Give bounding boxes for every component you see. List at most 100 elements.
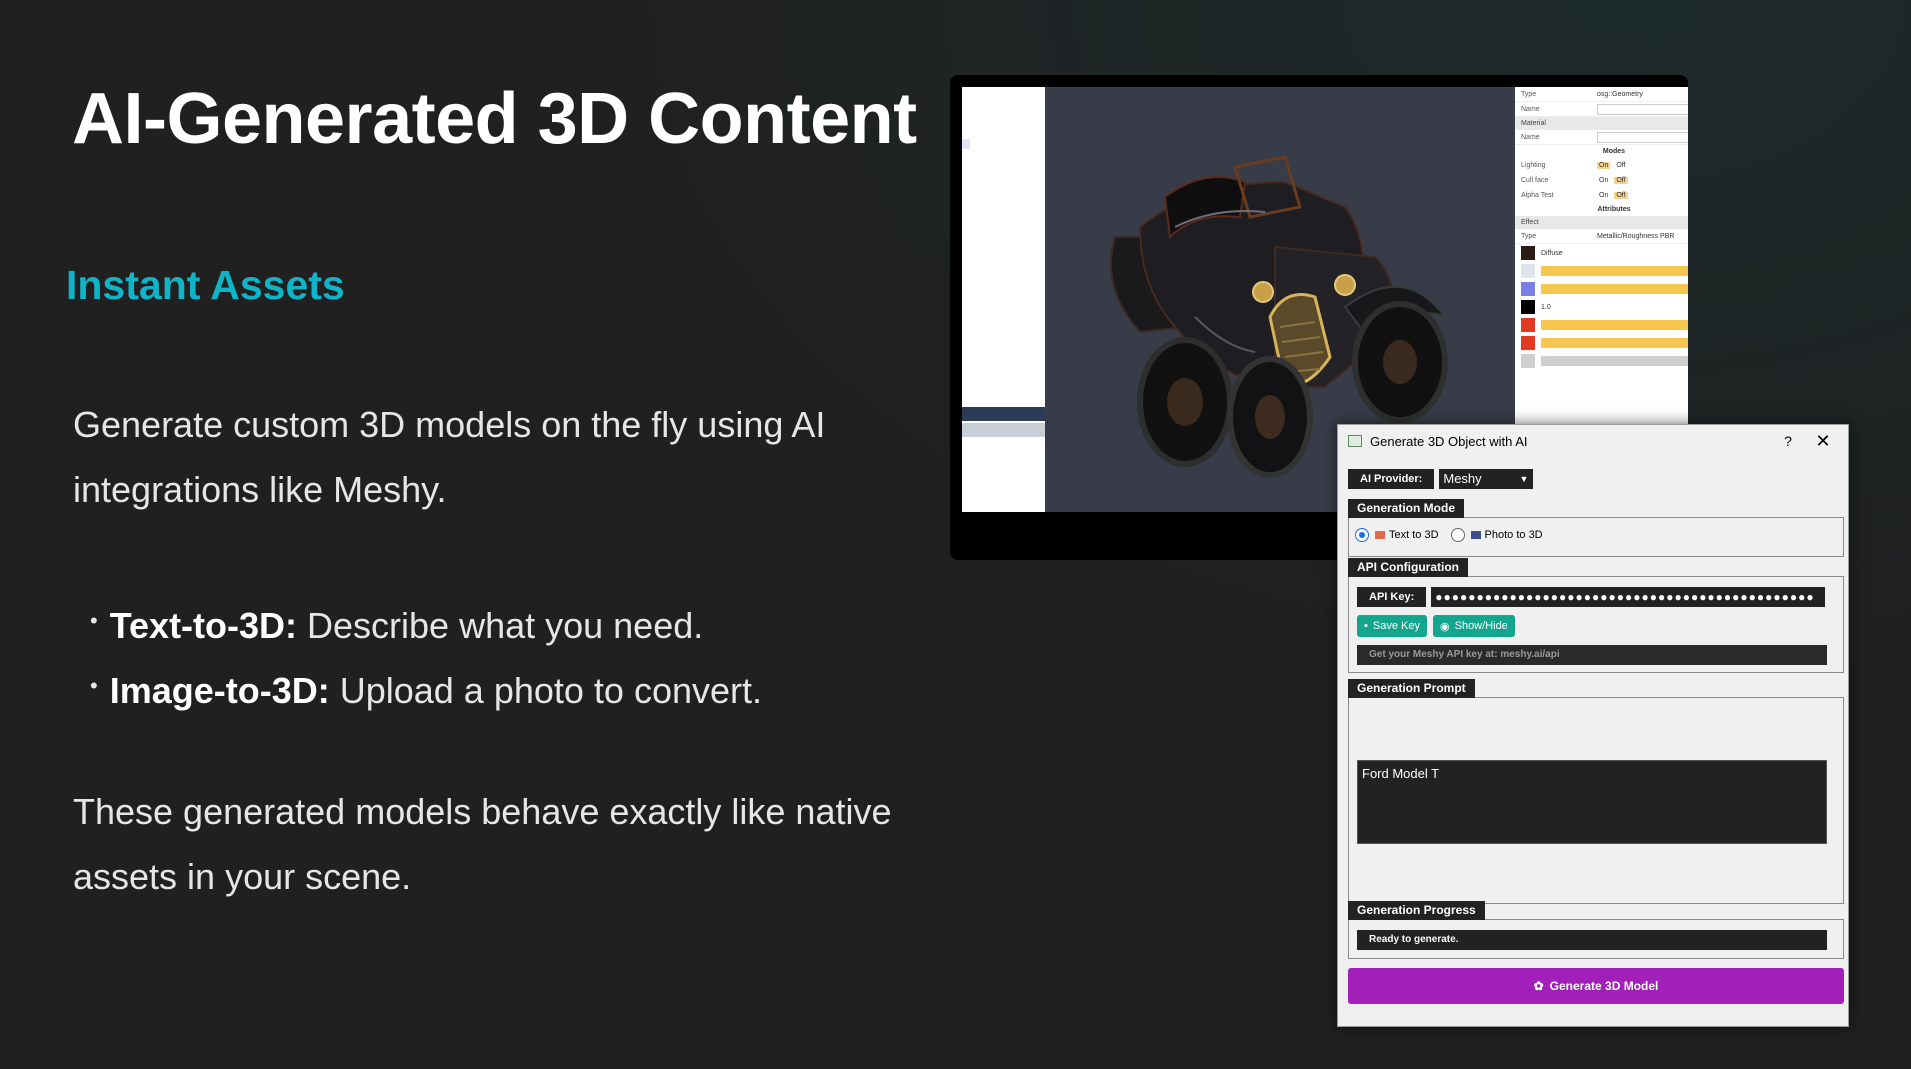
generate-label: Generate 3D Model: [1549, 979, 1659, 993]
panel-row: [962, 423, 1045, 437]
photo-to-3d-radio[interactable]: [1450, 528, 1465, 542]
texture-row: [1515, 352, 1688, 370]
texture-swatch[interactable]: [1521, 282, 1535, 296]
mode-label: Alpha Test: [1521, 192, 1554, 199]
material-name-row: Name: [1515, 130, 1688, 145]
eye-icon: ◉: [1440, 620, 1450, 633]
prop-value: osg::Geometry: [1597, 90, 1643, 98]
help-button[interactable]: ?: [1768, 433, 1808, 449]
generation-prompt-label: Generation Prompt: [1348, 679, 1475, 698]
mode-label: Lighting: [1521, 162, 1546, 169]
generation-prompt-group: Generation Prompt Ford Model T: [1348, 679, 1844, 904]
texture-row: 1.0: [1515, 298, 1688, 316]
show-hide-button[interactable]: ◉ Show/Hide: [1433, 615, 1515, 637]
app-icon: [1348, 435, 1362, 447]
texture-swatch[interactable]: [1521, 336, 1535, 350]
generation-mode-options: Text to 3D Photo to 3D: [1355, 528, 1543, 542]
generation-mode-label: Generation Mode: [1348, 499, 1465, 518]
bullet-text: Describe what you need.: [307, 605, 704, 646]
material-name-field[interactable]: [1597, 131, 1688, 143]
prop-value: 1.0: [1541, 303, 1551, 311]
mode-on[interactable]: On: [1597, 177, 1610, 184]
slide-subtitle: Instant Assets: [66, 262, 345, 308]
texture-row: [1515, 262, 1688, 280]
texture-slider[interactable]: [1541, 356, 1688, 366]
texture-slider[interactable]: [1541, 284, 1688, 294]
pencil-icon: [1375, 531, 1385, 539]
generate-3d-dialog: Generate 3D Object with AI ? ✕ AI Provid…: [1337, 424, 1849, 1027]
mode-on[interactable]: On: [1597, 192, 1610, 199]
panel-marker: [962, 139, 970, 149]
bullet-bold: Text-to-3D:: [109, 605, 298, 646]
api-buttons: ▪ Save Key ◉ Show/Hide: [1357, 615, 1521, 637]
mode-on[interactable]: On: [1597, 162, 1611, 169]
close-button[interactable]: ✕: [1808, 431, 1838, 452]
provider-value: Meshy: [1443, 471, 1482, 486]
progress-status: Ready to generate.: [1357, 930, 1827, 950]
api-key-input[interactable]: ●●●●●●●●●●●●●●●●●●●●●●●●●●●●●●●●●●●●●●●●…: [1431, 587, 1826, 607]
prop-label: Type: [1521, 232, 1537, 240]
effect-header[interactable]: Effect: [1515, 216, 1688, 229]
modes-header: Modes: [1602, 148, 1626, 155]
bullet-text: Upload a photo to convert.: [339, 670, 762, 711]
api-config-group: API Configuration API Key: ●●●●●●●●●●●●●…: [1348, 558, 1844, 673]
provider-label: AI Provider:: [1348, 469, 1435, 489]
texture-slider[interactable]: [1541, 320, 1688, 330]
generate-model-button[interactable]: ✿ Generate 3D Model: [1348, 968, 1844, 1004]
mode-off[interactable]: Off: [1614, 162, 1627, 169]
bullet-icon: •: [90, 673, 98, 698]
dialog-title: Generate 3D Object with AI: [1370, 433, 1528, 449]
texture-row: [1515, 280, 1688, 298]
texture-swatch[interactable]: [1521, 300, 1535, 314]
prop-value: Metallic/Roughness PBR: [1597, 232, 1675, 240]
api-key-label: API Key:: [1357, 587, 1427, 607]
texture-slider[interactable]: [1541, 338, 1688, 348]
editor-left-panel: [962, 87, 1045, 512]
provider-select[interactable]: Meshy ▼: [1439, 469, 1534, 489]
prompt-textarea[interactable]: Ford Model T: [1357, 760, 1827, 844]
mode-row: Lighting On Off: [1515, 158, 1688, 173]
dialog-titlebar[interactable]: Generate 3D Object with AI ? ✕: [1338, 425, 1848, 457]
mode-label: Cull face: [1521, 177, 1549, 184]
prop-name-row: Name: [1515, 102, 1688, 117]
list-item: • Text-to-3D: Describe what you need.: [90, 596, 762, 661]
feature-list: • Text-to-3D: Describe what you need. • …: [90, 596, 762, 726]
generation-progress-group: Generation Progress Ready to generate.: [1348, 901, 1844, 959]
material-header[interactable]: Material: [1515, 117, 1688, 130]
attributes-header: Attributes: [1597, 206, 1631, 213]
generation-mode-group: Generation Mode Text to 3D Photo to 3D: [1348, 499, 1844, 557]
texture-slider[interactable]: [1541, 266, 1688, 276]
texture-swatch[interactable]: [1521, 354, 1535, 368]
prop-type-row: Type osg::Geometry: [1515, 87, 1688, 102]
prop-name-field[interactable]: [1597, 103, 1688, 115]
texture-row: [1515, 334, 1688, 352]
panel-selected-row: [962, 407, 1045, 421]
save-key-label: Save Key: [1372, 620, 1420, 632]
mode-off[interactable]: Off: [1614, 192, 1628, 199]
api-key-row: API Key: ●●●●●●●●●●●●●●●●●●●●●●●●●●●●●●●…: [1357, 587, 1826, 607]
chevron-down-icon: ▼: [1519, 474, 1529, 484]
bullet-icon: •: [90, 608, 98, 633]
diffuse-swatch[interactable]: [1521, 246, 1535, 260]
save-icon: ▪: [1364, 620, 1368, 632]
provider-row: AI Provider: Meshy ▼: [1348, 469, 1534, 489]
list-item: • Image-to-3D: Upload a photo to convert…: [90, 661, 762, 726]
bullet-bold: Image-to-3D:: [109, 670, 330, 711]
text-to-3d-radio[interactable]: [1355, 528, 1369, 542]
effect-type-row: Type Metallic/Roughness PBR: [1515, 229, 1688, 244]
mode-row: Cull face On Off: [1515, 173, 1688, 188]
show-hide-label: Show/Hide: [1454, 620, 1508, 632]
save-key-button[interactable]: ▪ Save Key: [1357, 615, 1427, 637]
radio-label[interactable]: Text to 3D: [1389, 529, 1439, 541]
prop-label: Diffuse: [1541, 249, 1563, 257]
texture-row: [1515, 316, 1688, 334]
mode-off[interactable]: Off: [1614, 177, 1628, 184]
api-config-label: API Configuration: [1348, 558, 1468, 577]
texture-swatch[interactable]: [1521, 318, 1535, 332]
photo-icon: [1470, 531, 1481, 539]
texture-swatch[interactable]: [1521, 264, 1535, 278]
radio-label[interactable]: Photo to 3D: [1485, 529, 1543, 541]
properties-panel: Type osg::Geometry Name Material Name Mo…: [1515, 87, 1688, 427]
generation-progress-label: Generation Progress: [1348, 901, 1485, 920]
api-key-hint: Get your Meshy API key at: meshy.ai/api: [1357, 645, 1827, 665]
